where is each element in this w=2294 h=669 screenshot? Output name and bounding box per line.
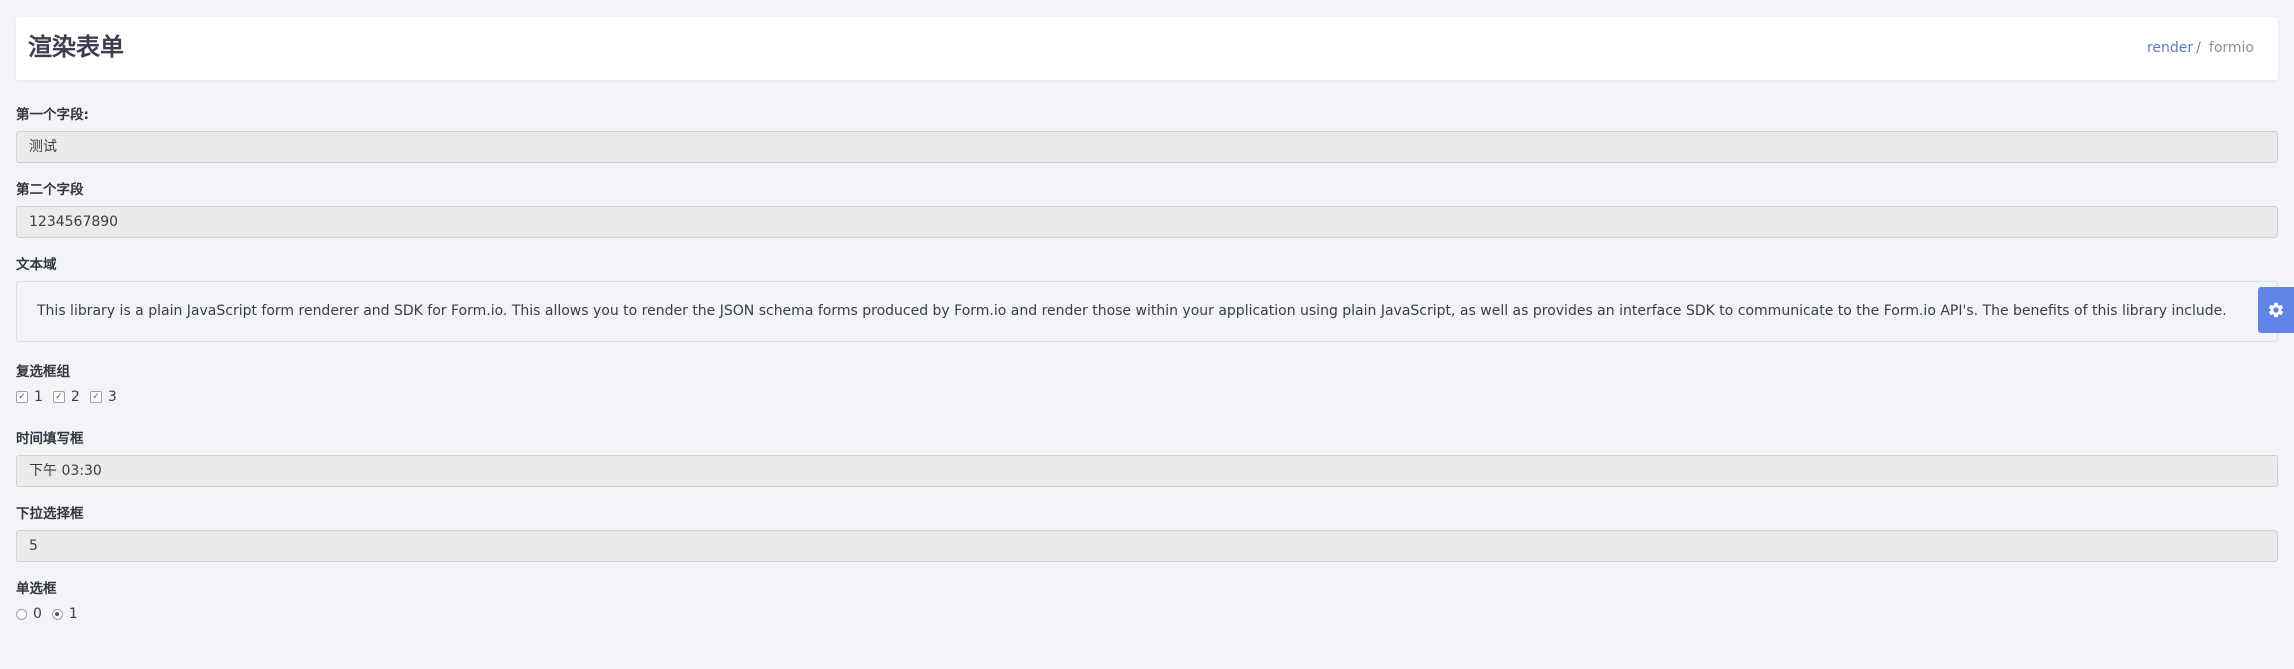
radio-selected-icon[interactable] bbox=[51, 608, 63, 620]
checkbox-option-2[interactable]: ✓ 2 bbox=[52, 389, 80, 405]
checkbox-group-label: 复选框组 bbox=[16, 364, 70, 380]
checkbox-option-label: 3 bbox=[107, 389, 117, 405]
checkbox-group: ✓ 1 ✓ 2 ✓ 3 bbox=[16, 389, 127, 405]
textarea-field[interactable]: This library is a plain JavaScript form … bbox=[16, 281, 2278, 342]
radio-group: 0 1 bbox=[16, 606, 88, 622]
checkbox-option-1[interactable]: ✓ 1 bbox=[16, 389, 43, 405]
field2-label: 第二个字段 bbox=[16, 182, 84, 198]
check-icon[interactable]: ✓ bbox=[16, 391, 28, 403]
radio-option-label: 0 bbox=[33, 606, 42, 622]
time-input[interactable]: 下午 03:30 bbox=[16, 455, 2278, 487]
checkbox-option-label: 2 bbox=[70, 389, 80, 405]
settings-button[interactable] bbox=[2258, 287, 2294, 333]
breadcrumb-separator: / bbox=[2196, 40, 2201, 56]
radio-label: 单选框 bbox=[16, 581, 57, 597]
radio-unselected-icon[interactable] bbox=[16, 608, 27, 620]
radio-option-0[interactable]: 0 bbox=[16, 606, 42, 622]
time-label: 时间填写框 bbox=[16, 431, 84, 447]
field1-label: 第一个字段: bbox=[16, 107, 89, 123]
textarea-label: 文本域 bbox=[16, 257, 57, 273]
check-icon[interactable]: ✓ bbox=[89, 391, 102, 403]
radio-option-label: 1 bbox=[68, 606, 78, 622]
page-header: 渲染表单 render / formio bbox=[16, 17, 2278, 80]
breadcrumb-current: formio bbox=[2208, 40, 2254, 56]
checkbox-option-label: 1 bbox=[34, 389, 43, 405]
checkbox-option-3[interactable]: ✓ 3 bbox=[89, 389, 117, 405]
field2-input[interactable]: 1234567890 bbox=[16, 206, 2278, 238]
breadcrumb: render / formio bbox=[2147, 39, 2254, 57]
check-icon[interactable]: ✓ bbox=[52, 391, 65, 403]
gear-icon bbox=[2268, 302, 2284, 318]
select-dropdown[interactable]: 5 bbox=[16, 530, 2278, 562]
select-label: 下拉选择框 bbox=[16, 506, 84, 522]
breadcrumb-link-render[interactable]: render bbox=[2147, 40, 2193, 56]
page-title: 渲染表单 bbox=[28, 33, 124, 61]
field1-input[interactable]: 测试 bbox=[16, 131, 2278, 163]
radio-option-1[interactable]: 1 bbox=[51, 606, 78, 622]
